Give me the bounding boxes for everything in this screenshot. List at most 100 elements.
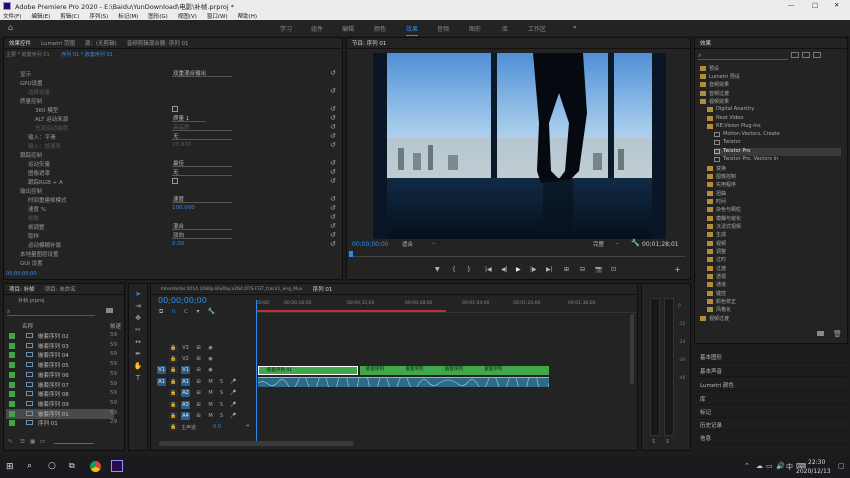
program-scrubber[interactable] <box>349 251 685 257</box>
network-icon[interactable]: ▭ <box>766 462 773 470</box>
tray-up-icon[interactable]: ⌃ <box>744 462 750 470</box>
freeform-view-icon[interactable]: ▭ <box>40 439 45 445</box>
step-forward-icon[interactable]: |▶ <box>530 266 537 273</box>
effects-tree-item[interactable]: 调整 <box>707 248 847 256</box>
master-clip-label[interactable]: 主要 * 嵌套序列 01 <box>6 52 50 58</box>
sync-lock-icon[interactable]: ⊞ <box>194 344 203 352</box>
ime-indicator[interactable]: 中 <box>786 462 793 472</box>
effects-tree-item[interactable]: Twixtor Pro, Vectors In <box>714 156 850 164</box>
eye-icon[interactable]: ◉ <box>206 355 215 363</box>
project-search-input[interactable]: ⌕ <box>7 308 95 316</box>
track-label-a4[interactable]: A4 <box>181 412 190 420</box>
ec-dropdown[interactable]: 双重混合输出 <box>172 69 232 77</box>
effects-tree-item[interactable]: Digital Anarchy <box>707 106 847 114</box>
reset-icon[interactable]: ↺ <box>330 132 336 140</box>
search-icon[interactable]: ⌕ <box>27 461 32 471</box>
ec-dropdown[interactable]: 无 <box>172 132 232 140</box>
premiere-taskbar-icon[interactable] <box>111 460 123 472</box>
effects-tree-item[interactable]: 风格化 <box>707 306 847 314</box>
new-bin-icon[interactable] <box>817 331 824 336</box>
panel-history[interactable]: 历史记录 <box>697 418 847 431</box>
list-item[interactable]: 嵌套序列 09 59 <box>6 399 117 409</box>
track-label-a1[interactable]: A1 <box>181 378 190 386</box>
workspace-learn[interactable]: 学习 <box>280 24 292 33</box>
ec-dropdown[interactable]: 高品质 <box>172 123 232 131</box>
menu-help[interactable]: 帮助(H) <box>238 12 257 20</box>
sync-lock-icon[interactable]: ⊞ <box>194 412 203 420</box>
timeline-ruler[interactable]: 00;00 00;00;16;00 00;00;32;00 00;00;48;0… <box>256 299 636 313</box>
taskbar-time[interactable]: 22:30 <box>808 459 825 466</box>
reset-icon[interactable]: ↺ <box>330 87 336 95</box>
source-patch-v1[interactable]: V1 <box>157 366 166 374</box>
windows-start-icon[interactable]: ⊞ <box>6 462 14 472</box>
ec-dropdown[interactable]: 最佳 <box>172 159 232 167</box>
project-col-rate[interactable]: 帧速 <box>110 322 121 330</box>
tab-project-buzhen[interactable]: 项目: 补帧 <box>9 285 35 293</box>
extract-icon[interactable]: ⊟ <box>580 266 585 273</box>
effects-tree-item[interactable]: 键控 <box>707 290 847 298</box>
menu-sequence[interactable]: 序列(S) <box>89 12 108 20</box>
lock-icon[interactable]: 🔒 <box>169 355 178 363</box>
go-to-in-icon[interactable]: |◀ <box>485 266 492 273</box>
reset-icon[interactable]: ↺ <box>330 105 336 113</box>
microphone-icon[interactable]: 🎤 <box>229 412 238 420</box>
effects-tree-item[interactable]: Motion Vectors, Create <box>714 131 850 139</box>
lock-icon[interactable]: 🔒 <box>169 412 178 420</box>
lock-icon[interactable]: 🔒 <box>169 344 178 352</box>
effects-tree-item[interactable]: Neat Video <box>707 115 847 123</box>
workspace-more-icon[interactable]: » <box>573 24 577 31</box>
clip-a1[interactable] <box>258 377 549 387</box>
list-item[interactable]: 嵌套序列 02 59 <box>6 331 117 341</box>
sync-lock-icon[interactable]: ⊞ <box>194 355 203 363</box>
menu-clip[interactable]: 剪辑(C) <box>60 12 79 20</box>
sync-lock-icon[interactable]: ⊞ <box>194 366 203 374</box>
taskbar-date[interactable]: 2020/12/13 <box>796 468 831 475</box>
minimize-button[interactable]: — <box>788 1 795 9</box>
list-item[interactable]: 序列 01 29 <box>6 418 117 428</box>
type-tool-icon[interactable]: T <box>133 374 143 384</box>
maximize-button[interactable]: □ <box>812 1 818 9</box>
ec-dropdown[interactable]: 无 <box>172 168 232 176</box>
effects-tree-item[interactable]: Twixtor <box>714 139 850 147</box>
reset-icon[interactable]: ↺ <box>330 177 336 185</box>
reset-icon[interactable]: ↺ <box>330 159 336 167</box>
effects-tree-item[interactable]: 变换 <box>707 165 847 173</box>
menu-marker[interactable]: 标记(M) <box>118 12 138 20</box>
tab-effect-controls[interactable]: 效果控件 <box>9 39 31 47</box>
linked-selection-icon[interactable]: ⊂ <box>184 308 189 315</box>
tab-lumetri-scopes[interactable]: Lumetri 范围 <box>41 39 75 47</box>
button-editor-icon[interactable]: + <box>674 265 681 274</box>
source-patch-a1[interactable]: A1 <box>157 378 166 386</box>
effects-tree-item[interactable]: 通道 <box>707 281 847 289</box>
effects-tree-item[interactable]: 透视 <box>707 273 847 281</box>
sync-lock-icon[interactable]: ⊞ <box>194 378 203 386</box>
workspace-graphics[interactable]: 图形 <box>469 24 481 33</box>
solo-right-button[interactable]: S <box>666 439 669 445</box>
track-label-v1[interactable]: V1 <box>181 366 190 374</box>
track-label-v2[interactable]: V2 <box>181 355 190 363</box>
checkbox[interactable] <box>172 106 178 112</box>
microphone-icon[interactable]: 🎤 <box>229 378 238 386</box>
solo-button[interactable]: S <box>217 378 226 386</box>
effects-tree-item[interactable]: 生成 <box>707 231 847 239</box>
effects-tree-item[interactable]: 颜色校正 <box>707 298 847 306</box>
checkbox[interactable] <box>172 178 178 184</box>
notification-icon[interactable]: ▢ <box>838 462 845 470</box>
wrench-icon[interactable]: 🔧 <box>631 239 640 247</box>
mark-in-icon[interactable]: { <box>452 266 456 273</box>
chrome-icon[interactable] <box>90 461 101 472</box>
track-label-v3[interactable]: V3 <box>181 344 190 352</box>
track-label-a2[interactable]: A2 <box>181 389 190 397</box>
workspace-color[interactable]: 颜色 <box>374 24 386 33</box>
tab-effects[interactable]: 效果 <box>700 39 711 47</box>
menu-view[interactable]: 视图(V) <box>178 12 197 20</box>
volume-icon[interactable]: 🔊 <box>776 462 785 470</box>
lock-icon[interactable]: 🔒 <box>169 378 178 386</box>
workspace-workspaces[interactable]: 工作区 <box>528 24 546 33</box>
menu-file[interactable]: 文件(F) <box>3 12 21 20</box>
effects-tree-item[interactable]: 预设 <box>700 65 840 73</box>
reset-icon[interactable]: ↺ <box>330 141 336 149</box>
program-timecode[interactable]: 00;00;00;00 <box>352 241 389 248</box>
selection-tool-icon[interactable]: ➤ <box>133 290 143 300</box>
effects-tree-item[interactable]: 视频过渡 <box>700 315 840 323</box>
